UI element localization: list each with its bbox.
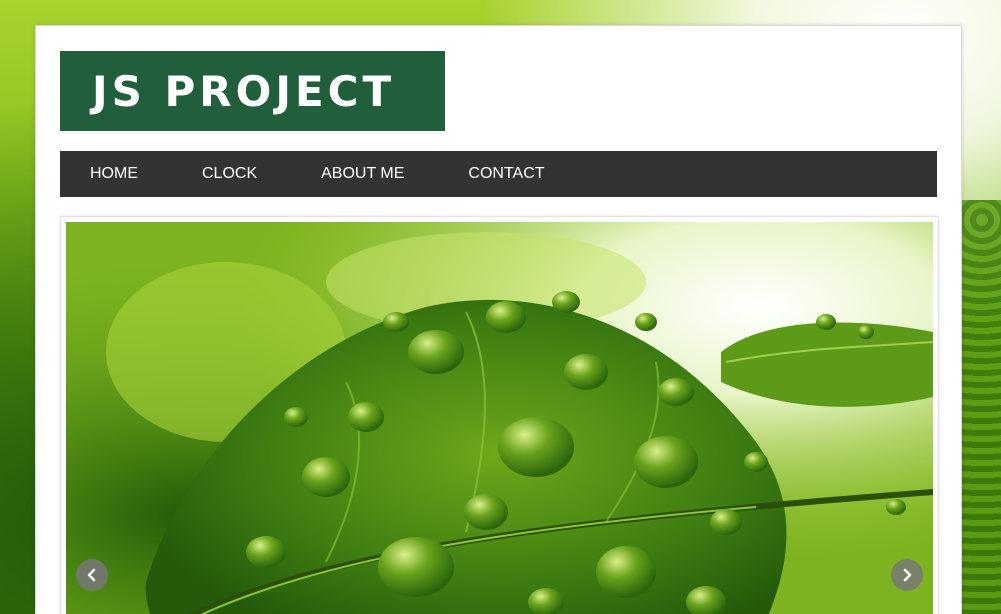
main-nav: HOME CLOCK ABOUT ME CONTACT	[60, 151, 937, 197]
site-logo[interactable]: JS PROJECT	[60, 51, 445, 131]
page-container: JS PROJECT HOME CLOCK ABOUT ME CONTACT	[35, 25, 962, 614]
logo-text: JS PROJECT	[92, 66, 396, 116]
nav-item-home[interactable]: HOME	[60, 151, 170, 197]
nav-item-about-me[interactable]: ABOUT ME	[289, 151, 436, 197]
chevron-left-icon	[87, 568, 96, 582]
slider-prev-button[interactable]	[76, 559, 108, 591]
image-slider	[60, 216, 939, 614]
background-leaf-edge	[962, 200, 1001, 614]
chevron-right-icon	[903, 568, 912, 582]
nav-item-clock[interactable]: CLOCK	[170, 151, 289, 197]
nav-item-contact[interactable]: CONTACT	[436, 151, 576, 197]
leaf-photo	[66, 222, 933, 614]
slider-next-button[interactable]	[891, 559, 923, 591]
slide-image	[66, 222, 933, 614]
